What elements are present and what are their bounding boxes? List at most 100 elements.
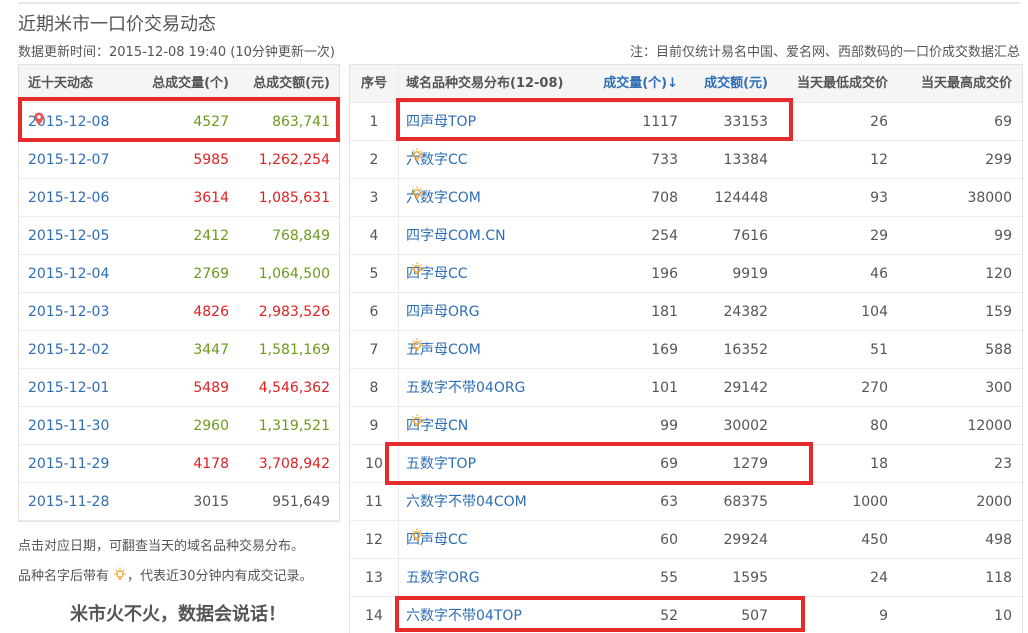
row-index: 9 <box>369 418 379 434</box>
day-date-link[interactable]: 2015-11-28 <box>28 483 109 521</box>
category-link[interactable]: 四声母ORG <box>406 293 480 331</box>
row-index: 14 <box>365 608 383 624</box>
category-lowest-price: 1000 <box>852 494 888 510</box>
category-lowest-price: 26 <box>870 114 888 130</box>
day-volume: 2412 <box>193 228 229 244</box>
category-link[interactable]: 五数字不带04ORG <box>406 369 525 407</box>
category-volume: 181 <box>651 304 678 320</box>
day-date-link[interactable]: 2015-12-03 <box>28 293 109 331</box>
day-date-link[interactable]: 2015-12-07 <box>28 141 109 179</box>
category-highest-price: 38000 <box>967 190 1012 206</box>
category-row: 6 四声母ORG 181 24382 104 159 <box>350 293 1022 331</box>
category-volume: 169 <box>651 342 678 358</box>
day-date-link[interactable]: 2015-12-01 <box>28 369 109 407</box>
row-index: 7 <box>369 342 379 358</box>
day-volume: 2769 <box>193 266 229 282</box>
day-amount: 1,262,254 <box>258 152 330 168</box>
row-index: 6 <box>369 304 379 320</box>
day-date-link[interactable]: 2015-12-02 <box>28 331 109 369</box>
light-bulb-icon <box>113 567 127 587</box>
light-bulb-icon <box>410 331 424 369</box>
light-bulb-icon <box>410 407 424 445</box>
category-amount: 24382 <box>723 304 768 320</box>
day-amount: 4,546,362 <box>258 380 330 396</box>
hint-bulb-meaning: 品种名字后带有 ，代表近30分钟内有成交记录。 <box>18 565 313 587</box>
update-time: 数据更新时间：2015-12-08 19:40 (10分钟更新一次) <box>18 45 335 60</box>
category-highest-price: 299 <box>985 152 1012 168</box>
day-amount: 1,319,521 <box>258 418 330 434</box>
category-row: 7 五声母COM 169 16352 51 588 <box>350 331 1022 369</box>
day-date-link[interactable]: 2015-11-29 <box>28 445 109 483</box>
slogan: 米市火不火，数据会说话！ <box>70 604 286 625</box>
category-row: 8 五数字不带04ORG 101 29142 270 300 <box>350 369 1022 407</box>
category-amount: 29142 <box>723 380 768 396</box>
category-lowest-price: 51 <box>870 342 888 358</box>
category-amount: 29924 <box>723 532 768 548</box>
category-highest-price: 498 <box>985 532 1012 548</box>
category-link[interactable]: 五数字ORG <box>406 559 480 597</box>
day-date-link[interactable]: 2015-12-06 <box>28 179 109 217</box>
category-amount: 9919 <box>732 266 768 282</box>
category-amount: 30002 <box>723 418 768 434</box>
day-amount: 1,064,500 <box>258 266 330 282</box>
category-volume: 60 <box>660 532 678 548</box>
day-volume: 3614 <box>193 190 229 206</box>
day-amount: 3,708,942 <box>258 456 330 472</box>
light-bulb-icon <box>410 141 424 179</box>
category-highest-price: 23 <box>994 456 1012 472</box>
category-lowest-price: 46 <box>870 266 888 282</box>
category-link[interactable]: 六数字不带04COM <box>406 483 527 521</box>
category-amount: 7616 <box>732 228 768 244</box>
day-date-link[interactable]: 2015-11-30 <box>28 407 109 445</box>
day-row: 2015-11-30 2960 1,319,521 <box>19 407 339 445</box>
light-bulb-icon <box>410 255 424 293</box>
category-highest-price: 10 <box>994 608 1012 624</box>
row-index: 13 <box>365 570 383 586</box>
day-amount: 951,649 <box>272 494 330 510</box>
category-link[interactable]: 四字母COM.CN <box>406 217 506 255</box>
row-index: 11 <box>365 494 383 510</box>
category-highest-price: 120 <box>985 266 1012 282</box>
header-lowest-price: 当天最低成交价 <box>796 76 888 91</box>
day-volume: 4178 <box>193 456 229 472</box>
category-row: 13 五数字ORG 55 1595 24 118 <box>350 559 1022 597</box>
category-volume: 196 <box>651 266 678 282</box>
day-row: 2015-12-04 2769 1,064,500 <box>19 255 339 293</box>
day-volume: 2960 <box>193 418 229 434</box>
category-lowest-price: 12 <box>870 152 888 168</box>
day-date-link[interactable]: 2015-12-04 <box>28 255 109 293</box>
day-volume: 4826 <box>193 304 229 320</box>
day-amount: 1,581,169 <box>258 342 330 358</box>
day-row: 2015-12-01 5489 4,546,362 <box>19 369 339 407</box>
category-row: 3 六数字COM 708 124448 93 38000 <box>350 179 1022 217</box>
header-index: 序号 <box>360 76 387 91</box>
category-amount: 13384 <box>723 152 768 168</box>
statistics-notice: 注：目前仅统计易名中国、爱名网、西部数码的一口价成交数据汇总 <box>629 45 1020 60</box>
category-amount: 124448 <box>714 190 768 206</box>
day-row: 2015-11-29 4178 3,708,942 <box>19 445 339 483</box>
category-lowest-price: 104 <box>861 304 888 320</box>
row-index: 2 <box>369 152 379 168</box>
top-divider <box>18 2 1020 4</box>
hint-click-date: 点击对应日期，可翻查当天的域名品种交易分布。 <box>18 539 305 554</box>
row-index: 5 <box>369 266 379 282</box>
category-highest-price: 159 <box>985 304 1012 320</box>
day-volume: 3447 <box>193 342 229 358</box>
row-index: 12 <box>365 532 383 548</box>
category-highest-price: 12000 <box>967 418 1012 434</box>
category-highest-price: 2000 <box>976 494 1012 510</box>
hint-bulb-text-b: ，代表近30分钟内有成交记录。 <box>127 569 313 584</box>
category-row: 5 四字母CC 196 9919 46 120 <box>350 255 1022 293</box>
day-amount: 768,849 <box>272 228 330 244</box>
day-date-link[interactable]: 2015-12-05 <box>28 217 109 255</box>
category-highest-price: 118 <box>985 570 1012 586</box>
category-lowest-price: 93 <box>870 190 888 206</box>
day-row: 2015-12-07 5985 1,262,254 <box>19 141 339 179</box>
category-row: 11 六数字不带04COM 63 68375 1000 2000 <box>350 483 1022 521</box>
header-highest-price: 当天最高成交价 <box>920 76 1012 91</box>
highlight-box-row-14 <box>395 596 805 632</box>
category-volume: 55 <box>660 570 678 586</box>
page-title: 近期米市一口价交易动态 <box>18 14 216 35</box>
row-index: 3 <box>369 190 379 206</box>
category-lowest-price: 450 <box>861 532 888 548</box>
